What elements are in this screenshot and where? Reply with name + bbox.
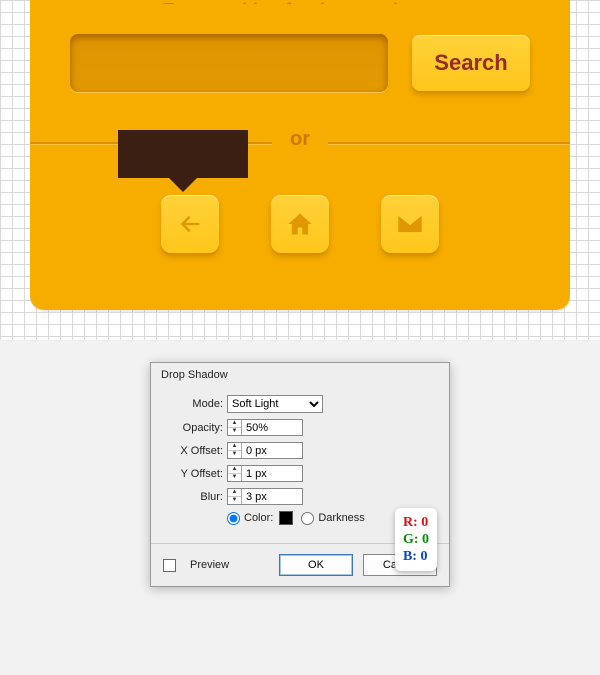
back-button[interactable] xyxy=(161,195,219,253)
blur-stepper[interactable]: ▲▼ xyxy=(227,488,303,505)
chevron-down-icon[interactable]: ▼ xyxy=(228,474,241,481)
xoffset-input[interactable] xyxy=(242,443,302,458)
ok-button[interactable]: OK xyxy=(279,554,353,576)
envelope-icon xyxy=(396,210,424,238)
chevron-down-icon[interactable]: ▼ xyxy=(228,497,241,504)
xoffset-stepper[interactable]: ▲▼ xyxy=(227,442,303,459)
rgb-b: B: 0 xyxy=(403,548,429,565)
darkness-radio[interactable] xyxy=(301,512,314,525)
mail-button[interactable] xyxy=(381,195,439,253)
yoffset-stepper[interactable]: ▲▼ xyxy=(227,465,303,482)
color-label: Color: xyxy=(244,512,273,524)
bottom-panel: Drop Shadow Mode: Soft Light Opacity: ▲▼… xyxy=(0,340,600,675)
color-swatch[interactable] xyxy=(279,511,293,525)
blur-label: Blur: xyxy=(165,491,223,503)
search-button[interactable]: Search xyxy=(412,35,530,91)
arrow-left-icon xyxy=(176,210,204,238)
drop-shadow-dialog: Drop Shadow Mode: Soft Light Opacity: ▲▼… xyxy=(150,362,450,587)
mode-label: Mode: xyxy=(165,398,223,410)
icon-button-row xyxy=(30,195,570,253)
chevron-up-icon[interactable]: ▲ xyxy=(228,443,241,451)
opacity-stepper[interactable]: ▲▼ xyxy=(227,419,303,436)
opacity-input[interactable] xyxy=(242,420,302,435)
home-button[interactable] xyxy=(271,195,329,253)
prompt-text: Try searching for the page here: xyxy=(30,0,570,4)
blur-input[interactable] xyxy=(242,489,302,504)
design-canvas: Try searching for the page here: Search … xyxy=(0,0,600,340)
search-row: Search xyxy=(30,4,570,92)
chevron-up-icon[interactable]: ▲ xyxy=(228,420,241,428)
dialog-title: Drop Shadow xyxy=(151,363,449,391)
tooltip-bubble xyxy=(118,130,248,178)
rgb-r: R: 0 xyxy=(403,514,429,531)
chevron-up-icon[interactable]: ▲ xyxy=(228,489,241,497)
preview-label: Preview xyxy=(190,559,229,571)
chevron-down-icon[interactable]: ▼ xyxy=(228,428,241,435)
preview-checkbox[interactable] xyxy=(163,559,176,572)
rgb-readout: R: 0 G: 0 B: 0 xyxy=(395,508,437,571)
search-card: Try searching for the page here: Search … xyxy=(30,0,570,310)
color-radio[interactable] xyxy=(227,512,240,525)
or-label: or xyxy=(272,128,328,151)
search-input[interactable] xyxy=(70,34,388,92)
home-icon xyxy=(286,210,314,238)
chevron-up-icon[interactable]: ▲ xyxy=(228,466,241,474)
yoffset-label: Y Offset: xyxy=(165,468,223,480)
opacity-label: Opacity: xyxy=(165,422,223,434)
rgb-g: G: 0 xyxy=(403,531,429,548)
darkness-label: Darkness xyxy=(318,512,364,524)
mode-select[interactable]: Soft Light xyxy=(227,395,323,413)
xoffset-label: X Offset: xyxy=(165,445,223,457)
yoffset-input[interactable] xyxy=(242,466,302,481)
chevron-down-icon[interactable]: ▼ xyxy=(228,451,241,458)
